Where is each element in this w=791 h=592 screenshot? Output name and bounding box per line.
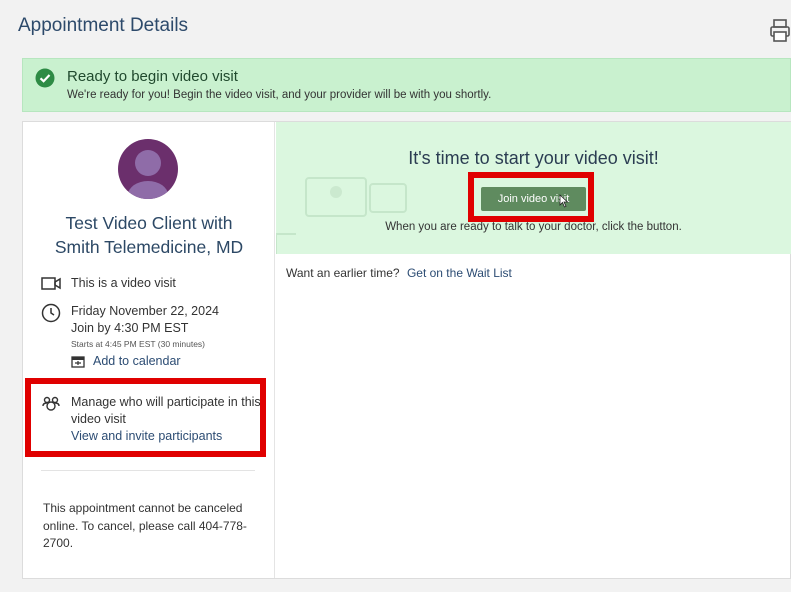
- appointment-summary: Test Video Client with Smith Telemedicin…: [23, 122, 275, 578]
- join-video-visit-button[interactable]: Join video visit: [481, 187, 586, 211]
- video-camera-icon: [41, 277, 61, 290]
- invite-participants-link[interactable]: View and invite participants: [71, 428, 261, 445]
- participants-row: Manage who will participate in this vide…: [41, 394, 261, 445]
- waitlist-row: Want an earlier time? Get on the Wait Li…: [286, 266, 512, 280]
- banner-subtitle: We're ready for you! Begin the video vis…: [67, 89, 492, 101]
- add-to-calendar-link[interactable]: Add to calendar: [71, 353, 219, 370]
- divider: [41, 470, 255, 471]
- visit-type-row: This is a video visit: [41, 275, 176, 293]
- waitlist-prompt: Want an earlier time?: [286, 266, 400, 280]
- cancel-note: This appointment cannot be canceled onli…: [43, 501, 247, 550]
- appointment-card: Test Video Client with Smith Telemedicin…: [22, 121, 791, 579]
- join-by: Join by 4:30 PM EST: [71, 321, 189, 335]
- check-circle-icon: [35, 68, 55, 88]
- video-call-illustration: [276, 177, 407, 254]
- visit-type: This is a video visit: [71, 276, 176, 290]
- page-header: Appointment Details: [0, 0, 791, 52]
- cursor-icon: [559, 194, 569, 208]
- date-row: Friday November 22, 2024 Join by 4:30 PM…: [41, 303, 219, 370]
- add-to-calendar-label[interactable]: Add to calendar: [93, 353, 181, 370]
- printer-icon[interactable]: [769, 18, 791, 44]
- appointment-date: Friday November 22, 2024: [71, 304, 219, 318]
- client-name: Test Video Client with: [65, 213, 233, 233]
- video-visit-hint: When you are ready to talk to your docto…: [385, 221, 682, 233]
- calendar-icon: [71, 356, 85, 368]
- video-visit-title: It's time to start your video visit!: [408, 148, 659, 168]
- participants-icon: [42, 396, 60, 411]
- clock-icon: [41, 303, 61, 323]
- waitlist-link[interactable]: Get on the Wait List: [407, 266, 512, 280]
- starts-at: Starts at 4:45 PM EST (30 minutes): [71, 339, 206, 349]
- provider-name: Smith Telemedicine, MD: [54, 237, 244, 257]
- banner-title: Ready to begin video visit: [67, 68, 238, 85]
- ready-banner: Ready to begin video visit We're ready f…: [22, 58, 791, 112]
- video-visit-hero: It's time to start your video visit! Joi…: [276, 122, 791, 254]
- page-title: Appointment Details: [18, 15, 189, 36]
- avatar: [118, 139, 178, 199]
- video-visit-panel: It's time to start your video visit! Joi…: [276, 122, 791, 578]
- manage-participants-text: Manage who will participate in this vide…: [71, 395, 261, 426]
- person-icon: [128, 150, 168, 199]
